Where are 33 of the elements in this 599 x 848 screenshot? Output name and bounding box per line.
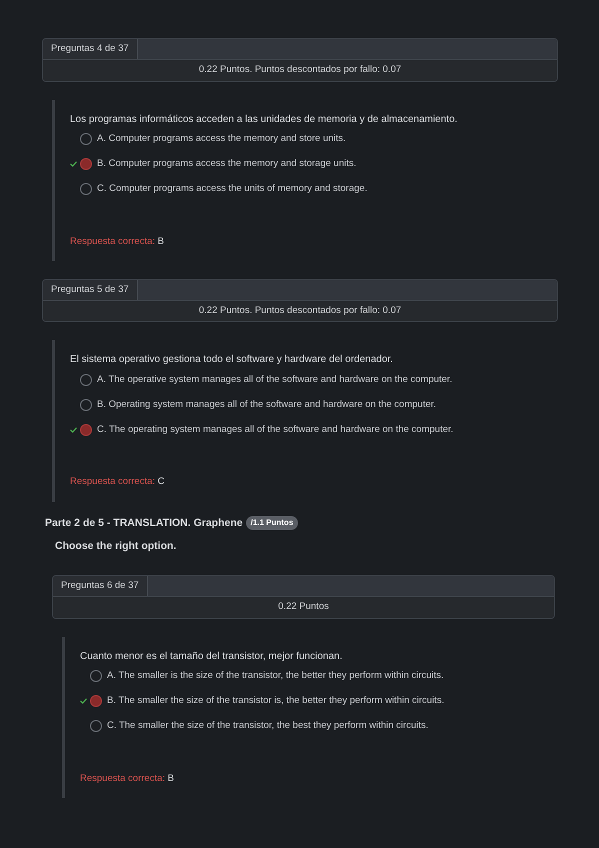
option-label: B. Computer programs access the memory and storage units. (97, 156, 356, 171)
answer-value: B (158, 236, 164, 246)
option-label: C. The smaller the size of the transistor, the best they perform within circuits. (107, 718, 428, 733)
radio-button[interactable] (90, 695, 102, 707)
points-bar: 0.22 Puntos (53, 597, 554, 618)
points-badge: /1.1 Puntos (246, 516, 298, 530)
radio-button[interactable] (80, 424, 92, 436)
option-label: C. Computer programs access the units of memory and storage. (97, 182, 368, 196)
answer-value: B (168, 772, 174, 784)
option-label: B. Operating system manages all of the software and hardware on the computer. (97, 398, 436, 412)
answer-label: Respuesta correcta: (70, 476, 156, 488)
option-label: A. The operative system manages all of the software and hardware on the computer. (97, 372, 452, 387)
radio-button[interactable] (80, 133, 92, 145)
points-bar: 0.22 Puntos. Puntos descontados por fallo: 0.07 (43, 60, 557, 80)
instruction-text: Choose the right option. (55, 539, 178, 554)
answer-value: C (158, 476, 165, 488)
radio-button[interactable] (80, 183, 92, 195)
option-label: B. The smaller the size of the transistor is, the better they perform within circuits. (107, 694, 444, 708)
radio-button[interactable] (80, 158, 92, 170)
question-text: Cuanto menor es el tamaño del transistor, mejor funcionan. (80, 650, 344, 664)
option-label: A. Computer programs access the memory and store units. (97, 132, 346, 146)
radio-button[interactable] (90, 670, 102, 682)
question-text: El sistema operativo gestiona todo el software y hardware del ordenador. (70, 353, 394, 368)
points-bar: 0.22 Puntos. Puntos descontados por fallo: 0.07 (43, 301, 557, 322)
option-label: C. The operating system manages all of the software and hardware on the computer. (97, 422, 454, 437)
part-title: Parte 2 de 5 - TRANSLATION. Graphene (45, 516, 243, 530)
answer-label: Respuesta correcta: (70, 236, 156, 246)
question-text: Los programas informáticos acceden a las unidades de memoria y de almacenamiento. (70, 112, 458, 126)
radio-button[interactable] (80, 398, 92, 411)
answer-label: Respuesta correcta: (80, 772, 166, 784)
radio-button[interactable] (80, 374, 92, 386)
radio-button[interactable] (90, 720, 102, 732)
option-label: A. The smaller is the size of the transistor, the better they perform within circuits. (107, 668, 444, 683)
